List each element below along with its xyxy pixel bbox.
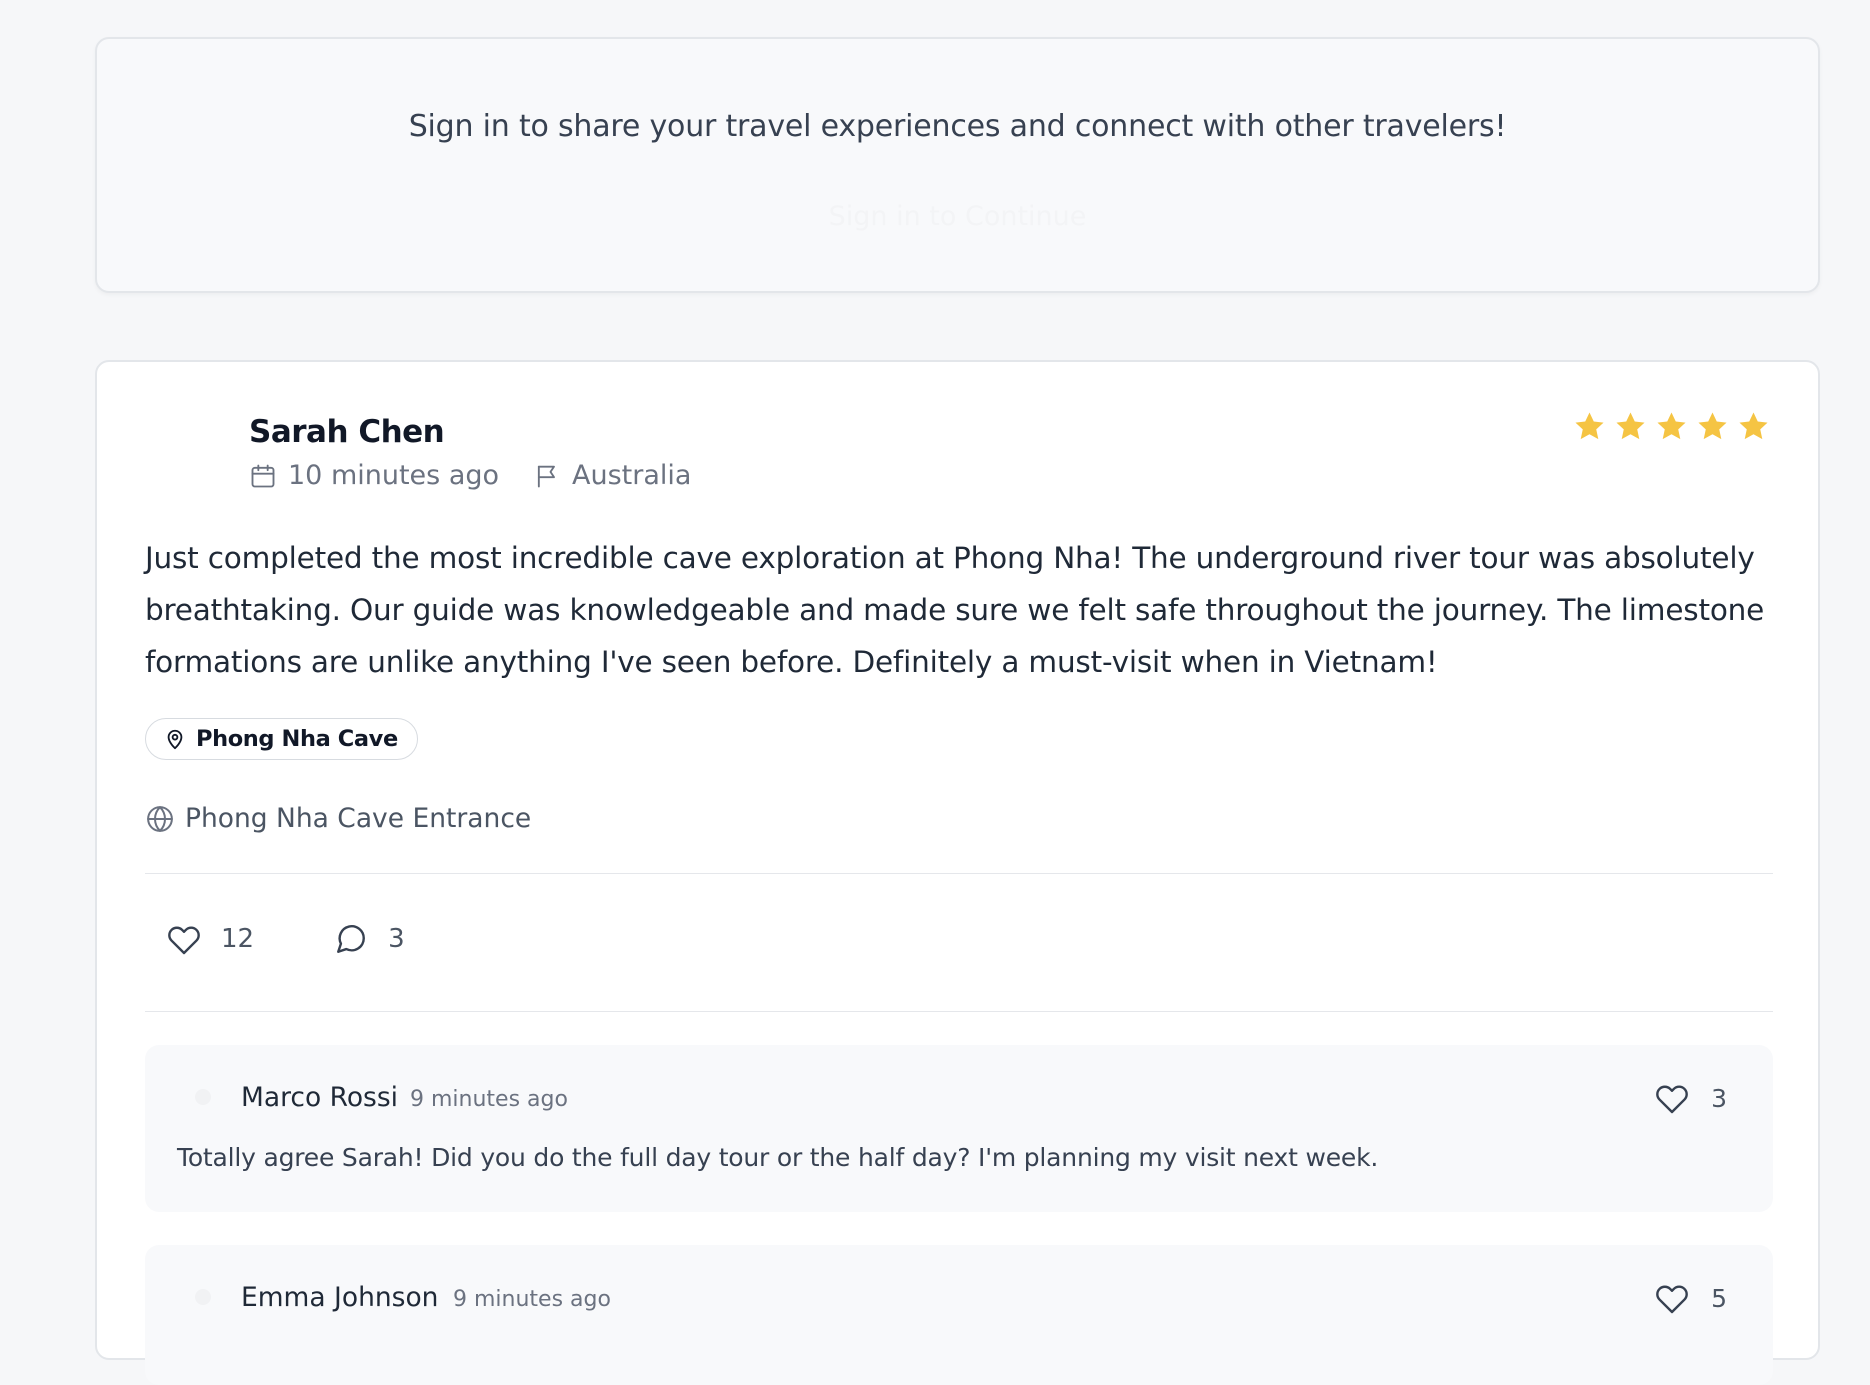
comment-time: 9 minutes ago [410,1087,568,1112]
post-time: 10 minutes ago [249,460,499,491]
location-tag-label: Phong Nha Cave [196,726,398,752]
star-icon [1616,412,1645,440]
message-circle-icon [337,925,366,953]
post-card: Sarah Chen 10 minutes ago Australia Just… [95,360,1820,1385]
post-actions: 12 3 [167,922,405,956]
post-country-text: Australia [572,460,692,491]
comment-item: Marco Rossi 9 minutes ago 3 Totally agre… [145,1045,1773,1212]
comment-time: 9 minutes ago [453,1287,611,1312]
location-tag[interactable]: Phong Nha Cave [145,718,418,760]
rating-stars [1573,410,1770,443]
flag-icon [533,461,561,491]
signin-card: Sign in to share your travel experiences… [95,37,1820,293]
star-icon [1698,412,1727,440]
calendar-icon [249,461,277,491]
comment-avatar [195,1289,211,1305]
signin-message: Sign in to share your travel experiences… [408,109,1507,144]
post-location-text: Phong Nha Cave Entrance [185,803,532,834]
map-pin-icon [167,729,183,750]
post-location: Phong Nha Cave Entrance [145,803,531,834]
heart-icon [1656,1285,1688,1314]
signin-button[interactable]: Sign in to Continue [799,187,1117,246]
post-meta: 10 minutes ago Australia [249,460,691,491]
star-icon [1575,412,1604,440]
heart-icon [168,926,200,955]
star-icon [1657,412,1686,440]
post-author: Sarah Chen [249,414,445,450]
divider [145,873,1773,874]
comment-item: Emma Johnson 9 minutes ago 5 [145,1245,1773,1385]
post-body: Just completed the most incredible cave … [145,541,1765,679]
like-button[interactable]: 12 [167,922,254,956]
post-country: Australia [533,460,691,491]
like-count: 12 [221,924,255,954]
comment-like-count: 3 [1711,1083,1727,1113]
comment-avatar [195,1089,211,1105]
comment-author: Marco Rossi [241,1082,399,1113]
globe-icon [147,805,173,832]
star-icon [1739,412,1768,440]
comment-text: Totally agree Sarah! Did you do the full… [177,1143,1379,1172]
divider [145,1011,1773,1012]
comment-like-button[interactable]: 5 [1655,1281,1727,1315]
comment-like-count: 5 [1711,1283,1727,1313]
comment-author: Emma Johnson [241,1282,439,1313]
comment-like-button[interactable]: 3 [1655,1081,1727,1115]
heart-icon [1656,1085,1688,1114]
comment-count: 3 [388,924,405,954]
avatar [145,412,225,492]
post-time-text: 10 minutes ago [288,460,500,491]
comment-button[interactable]: 3 [334,922,405,956]
